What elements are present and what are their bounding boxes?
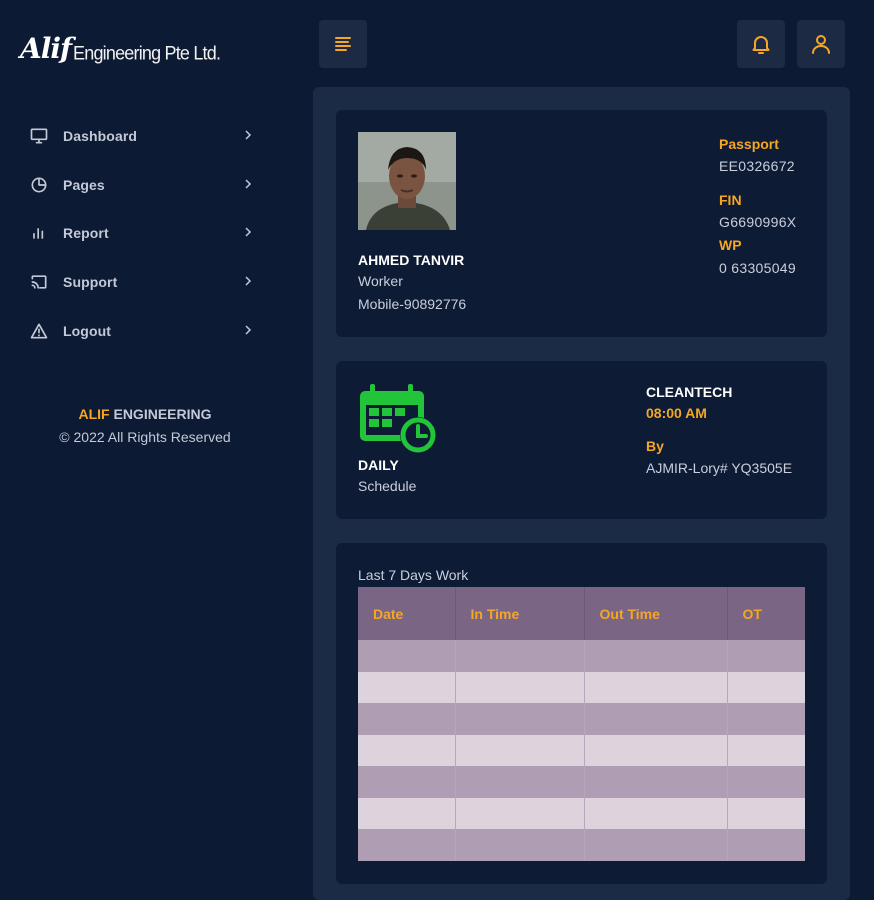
table-cell xyxy=(584,703,728,735)
employee-name: AHMED TANVIR xyxy=(358,252,465,268)
table-row xyxy=(358,797,805,829)
table-row xyxy=(358,829,805,861)
table-row xyxy=(358,703,805,735)
schedule-by-value: AJMIR-Lory# YQ3505E xyxy=(646,460,793,476)
schedule-title: DAILY xyxy=(358,457,399,473)
fin-value: G6690996X xyxy=(719,214,797,230)
table-row xyxy=(358,671,805,703)
wp-label: WP xyxy=(719,237,742,253)
alert-triangle-icon xyxy=(28,320,50,342)
sidebar-item-label: Dashboard xyxy=(63,128,138,145)
brand-company-name: Engineering Pte Ltd. xyxy=(73,42,221,64)
sidebar-item-label: Logout xyxy=(63,322,112,339)
table-cell xyxy=(455,797,585,829)
fin-label: FIN xyxy=(719,192,742,208)
table-cell xyxy=(358,671,456,703)
table-cell xyxy=(455,640,585,672)
pie-chart-icon xyxy=(28,174,50,196)
notifications-button[interactable] xyxy=(737,20,785,68)
user-menu-button[interactable] xyxy=(797,20,845,68)
table-cell xyxy=(727,829,805,861)
user-icon xyxy=(812,35,830,54)
table-cell xyxy=(358,766,456,798)
brand-logo-mark: Alif xyxy=(20,32,72,65)
chevron-right-icon xyxy=(245,276,252,286)
work-table-title: Last 7 Days Work xyxy=(358,567,469,583)
table-cell xyxy=(584,797,728,829)
work-card: Last 7 Days Work Date In Time Out Time O… xyxy=(336,543,827,884)
table-cell xyxy=(584,829,728,861)
schedule-time: 08:00 AM xyxy=(646,405,707,421)
table-row xyxy=(358,640,805,672)
chevron-right-icon xyxy=(245,325,252,335)
table-cell xyxy=(358,734,456,766)
work-table: Date In Time Out Time OT xyxy=(358,587,805,861)
employee-mobile: Mobile-90892776 xyxy=(358,296,467,312)
table-cell xyxy=(584,766,728,798)
sidebar-item-label: Report xyxy=(63,225,109,242)
column-header-date[interactable]: Date xyxy=(358,587,456,640)
table-cell xyxy=(727,734,805,766)
chevron-right-icon xyxy=(245,130,252,140)
chevron-right-icon xyxy=(245,227,252,238)
employee-card: AHMED TANVIR Worker Mobile-90892776 Pass… xyxy=(336,110,827,337)
main-panel: AHMED TANVIR Worker Mobile-90892776 Pass… xyxy=(313,87,850,900)
sidebar-item-pages[interactable]: Pages xyxy=(28,161,268,210)
table-row xyxy=(358,766,805,798)
table-cell xyxy=(455,671,585,703)
sidebar-item-label: Pages xyxy=(63,176,105,193)
table-header-row: Date In Time Out Time OT xyxy=(358,587,805,640)
table-cell xyxy=(358,829,456,861)
sidebar-item-support[interactable]: Support xyxy=(28,258,268,307)
schedule-company: CLEANTECH xyxy=(646,384,733,400)
table-cell xyxy=(584,640,728,672)
table-cell xyxy=(727,766,805,798)
menu-toggle-button[interactable] xyxy=(319,20,367,68)
column-header-ot[interactable]: OT xyxy=(727,587,805,640)
table-row xyxy=(358,734,805,766)
cast-icon xyxy=(28,271,50,293)
table-cell xyxy=(727,703,805,735)
sidebar-item-logout[interactable]: Logout xyxy=(28,306,268,355)
table-cell xyxy=(455,734,585,766)
table-cell xyxy=(455,829,585,861)
copyright-text: © 2022 All Rights Reserved xyxy=(59,429,231,445)
passport-label: Passport xyxy=(719,136,779,152)
bar-chart-icon xyxy=(28,222,50,244)
sidebar: Alif Engineering Pte Ltd. Dashboard Page… xyxy=(0,0,300,900)
table-cell xyxy=(727,671,805,703)
footer-brand: ALIF ENGINEERING xyxy=(0,406,290,422)
employee-photo xyxy=(358,132,456,230)
table-cell xyxy=(584,734,728,766)
table-cell xyxy=(358,703,456,735)
table-cell xyxy=(727,797,805,829)
column-header-in-time[interactable]: In Time xyxy=(455,587,585,640)
bell-icon xyxy=(752,36,770,54)
wp-value: 0 63305049 xyxy=(719,260,796,276)
employee-role: Worker xyxy=(358,273,403,289)
sidebar-item-label: Support xyxy=(63,274,118,291)
sidebar-footer: ALIF ENGINEERING © 2022 All Rights Reser… xyxy=(0,406,290,445)
column-header-out-time[interactable]: Out Time xyxy=(584,587,728,640)
footer-brand-accent: ALIF xyxy=(78,406,110,422)
brand-logo[interactable]: Alif Engineering Pte Ltd. xyxy=(20,28,221,65)
sidebar-item-report[interactable]: Report xyxy=(28,209,268,258)
table-cell xyxy=(455,703,585,735)
schedule-card: DAILY Schedule CLEANTECH 08:00 AM By AJM… xyxy=(336,361,827,519)
schedule-subtitle: Schedule xyxy=(358,478,417,494)
calendar-clock-icon xyxy=(360,384,436,453)
table-cell xyxy=(358,797,456,829)
table-cell xyxy=(455,766,585,798)
table-cell xyxy=(358,640,456,672)
schedule-by-label: By xyxy=(646,438,664,454)
chevron-right-icon xyxy=(245,179,252,189)
menu-lines-icon xyxy=(335,37,351,51)
table-cell xyxy=(727,640,805,672)
monitor-icon xyxy=(28,125,50,147)
passport-value: EE0326672 xyxy=(719,158,795,174)
footer-brand-rest: ENGINEERING xyxy=(113,406,212,422)
sidebar-nav: Dashboard Pages Report Support Logout xyxy=(28,112,268,355)
table-cell xyxy=(584,671,728,703)
sidebar-item-dashboard[interactable]: Dashboard xyxy=(28,112,268,161)
